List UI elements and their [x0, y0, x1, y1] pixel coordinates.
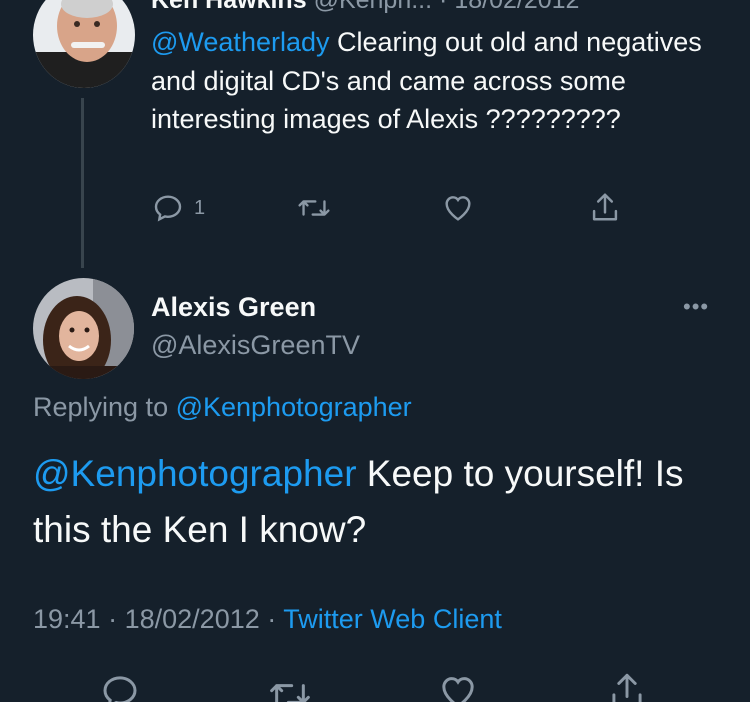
heart-icon	[442, 677, 474, 702]
parent-tweet-text: @Weatherlady Clearing out old and negati…	[151, 23, 711, 139]
parent-avatar[interactable]	[33, 0, 135, 88]
parent-reply-count: 1	[194, 196, 206, 219]
parent-retweet-button[interactable]	[297, 192, 331, 224]
parent-reply-button[interactable]: 1	[152, 192, 205, 224]
main-share-button[interactable]	[609, 670, 645, 702]
parent-like-button[interactable]	[442, 192, 474, 224]
parent-share-button[interactable]	[590, 190, 620, 224]
parent-author-name[interactable]: Ken Hawkins	[151, 0, 307, 14]
share-icon	[612, 673, 642, 702]
main-author-handle[interactable]: @AlexisGreenTV	[151, 330, 360, 361]
heart-icon	[445, 196, 471, 221]
tweet-time[interactable]: 19:41	[33, 604, 101, 634]
main-reply-button[interactable]	[100, 672, 140, 702]
retweet-icon	[270, 684, 310, 702]
parent-tweet-header: Ken Hawkins @Kenph... · 18/02/2012	[151, 0, 579, 15]
meta-separator-1: ·	[108, 604, 118, 634]
main-more-icon[interactable]: •••	[683, 294, 709, 320]
main-tweet-text: @Kenphotographer Keep to yourself! Is th…	[33, 446, 733, 558]
main-avatar[interactable]	[33, 278, 134, 379]
parent-more-icon[interactable]: •••	[684, 0, 710, 10]
tweet-client-link[interactable]: Twitter Web Client	[283, 604, 502, 634]
replying-to-line: Replying to @Kenphotographer	[33, 392, 412, 423]
reply-icon	[154, 195, 182, 222]
main-like-button[interactable]	[438, 672, 478, 702]
retweet-icon	[298, 200, 330, 216]
main-retweet-button[interactable]	[268, 674, 312, 702]
parent-date[interactable]: 18/02/2012	[454, 0, 579, 14]
share-icon	[592, 193, 618, 221]
reply-icon	[103, 676, 137, 702]
parent-mention-link[interactable]: @Weatherlady	[151, 27, 330, 57]
main-avatar-image	[33, 278, 134, 379]
replying-to-handle[interactable]: @Kenphotographer	[176, 392, 412, 422]
parent-separator: ·	[439, 0, 448, 14]
meta-separator-2: ·	[267, 604, 277, 634]
parent-author-handle[interactable]: @Kenph...	[314, 0, 433, 14]
parent-avatar-image	[33, 0, 135, 88]
main-author-name[interactable]: Alexis Green	[151, 292, 316, 323]
thread-connector-line	[81, 98, 84, 268]
tweet-date[interactable]: 18/02/2012	[125, 604, 260, 634]
main-mention-link[interactable]: @Kenphotographer	[33, 453, 357, 494]
replying-to-label: Replying to	[33, 392, 176, 422]
tweet-metadata: 19:41 · 18/02/2012 · Twitter Web Client	[33, 604, 502, 635]
